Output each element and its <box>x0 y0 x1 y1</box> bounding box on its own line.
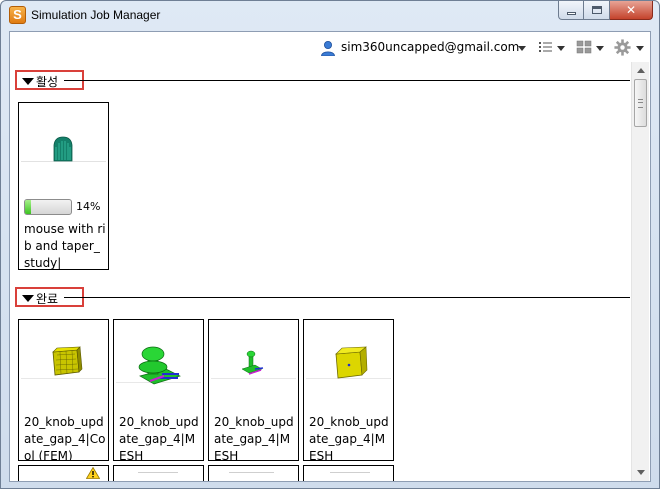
job-thumbnail <box>211 350 296 379</box>
section-label-completed: 완료 <box>36 292 59 306</box>
job-thumbnail <box>21 346 106 379</box>
user-email[interactable]: sim360uncapped@gmail.com <box>341 40 519 54</box>
job-list[interactable]: 활성 14% mouse with rib and taper_study| 완… <box>10 62 630 481</box>
scroll-down-arrow-icon[interactable] <box>637 470 645 475</box>
section-header-completed[interactable]: 완료 <box>10 287 630 307</box>
window-controls: ✕ <box>558 1 653 20</box>
job-card[interactable]: 14% mouse with rib and taper_study| <box>18 102 109 270</box>
section-highlight-box: 완료 <box>15 287 86 307</box>
warning-icon[interactable] <box>86 467 100 479</box>
job-card[interactable]: 20_knob_update_gap_4|Cool (FEM) <box>18 319 109 461</box>
job-card[interactable]: 20_knob_update_gap_4|MESH <box>208 319 299 461</box>
account-dropdown-arrow-icon[interactable] <box>518 46 526 51</box>
job-card[interactable] <box>208 465 299 481</box>
job-thumbnail <box>306 346 391 379</box>
progress-fill <box>25 200 32 214</box>
grid-view-dropdown-arrow-icon[interactable] <box>596 46 604 51</box>
user-icon[interactable] <box>320 40 336 56</box>
job-name: mouse with rib and taper_study| <box>24 222 106 270</box>
close-button[interactable]: ✕ <box>610 1 653 20</box>
job-card[interactable]: 20_knob_update_gap_4|MESH <box>113 319 204 461</box>
list-view-icon[interactable] <box>538 40 554 54</box>
job-thumbnail <box>138 472 178 473</box>
scroll-thumb[interactable] <box>634 79 647 127</box>
job-progress-bar <box>24 199 72 215</box>
section-highlight-box: 활성 <box>15 70 86 90</box>
client-area: sim360uncapped@gmail.com 활성 14% mouse wi… <box>9 31 651 482</box>
vertical-scrollbar[interactable] <box>631 62 649 481</box>
list-view-dropdown-arrow-icon[interactable] <box>557 46 565 51</box>
window-title: Simulation Job Manager <box>31 8 161 22</box>
section-label-tail <box>64 297 86 298</box>
job-progress-text: 14% <box>76 200 101 213</box>
title-bar[interactable]: S Simulation Job Manager ✕ <box>1 1 659 31</box>
close-icon: ✕ <box>625 3 637 17</box>
job-name: 20_knob_update_gap_4|MESH <box>214 415 294 461</box>
section-divider <box>84 80 630 81</box>
settings-dropdown-arrow-icon[interactable] <box>636 46 644 51</box>
job-name: 20_knob_update_gap_4|MESH <box>119 415 199 461</box>
toolbar: sim360uncapped@gmail.com <box>10 32 650 62</box>
section-label-tail <box>64 80 86 81</box>
job-card[interactable] <box>18 465 109 481</box>
gear-icon[interactable] <box>614 39 631 56</box>
maximize-button[interactable] <box>584 1 610 20</box>
job-thumbnail <box>330 472 370 473</box>
job-thumbnail <box>229 472 274 473</box>
scroll-up-arrow-icon[interactable] <box>637 68 645 73</box>
section-header-active[interactable]: 활성 <box>10 70 630 90</box>
job-card[interactable] <box>113 465 204 481</box>
grid-view-icon[interactable] <box>576 40 592 54</box>
job-card[interactable]: 20_knob_update_gap_4|MESH <box>303 319 394 461</box>
section-divider <box>84 297 630 298</box>
job-name: 20_knob_update_gap_4|MESH <box>309 415 389 461</box>
job-name: 20_knob_update_gap_4|Cool (FEM) <box>24 415 106 461</box>
job-thumbnail <box>21 136 106 162</box>
collapse-triangle-icon[interactable] <box>22 78 34 85</box>
job-thumbnail <box>116 346 201 385</box>
maximize-icon <box>591 6 602 14</box>
collapse-triangle-icon[interactable] <box>22 295 34 302</box>
app-logo-icon: S <box>9 6 26 24</box>
job-card[interactable] <box>303 465 394 481</box>
app-window: S Simulation Job Manager ✕ sim360uncappe… <box>0 0 660 489</box>
minimize-button[interactable] <box>558 1 584 20</box>
section-label-active: 활성 <box>36 75 59 89</box>
minimize-icon <box>566 11 576 15</box>
